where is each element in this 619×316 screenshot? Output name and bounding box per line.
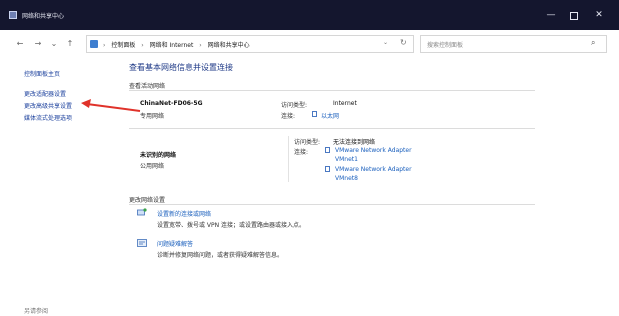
sidebar: 控制面板主页 更改适配器设置 更改高级共享设置 媒体流式处理选项 另请参阅: [0, 58, 113, 316]
address-bar[interactable]: › 控制面板 › 网络和 Internet › 网络和共享中心 ⌄ ↻: [86, 35, 414, 53]
address-dropdown-button[interactable]: ⌄: [383, 39, 388, 46]
control-panel-icon: [90, 40, 98, 48]
divider: [129, 204, 535, 205]
title-bar: 网络和共享中心 — ✕: [0, 0, 619, 30]
close-button[interactable]: ✕: [589, 6, 609, 24]
access-type-value: Internet: [333, 100, 357, 107]
troubleshoot-icon: [137, 239, 147, 247]
troubleshoot-desc: 诊断并修复网络问题，或者获得疑难解答信息。: [157, 252, 284, 259]
minimize-button[interactable]: —: [541, 6, 561, 24]
breadcrumb-control-panel[interactable]: 控制面板: [111, 42, 135, 49]
sidebar-item-change-advanced-sharing[interactable]: 更改高级共享设置: [24, 101, 72, 110]
refresh-button[interactable]: ↻: [400, 38, 407, 47]
connection-link-vmnet8-name[interactable]: VMnet8: [335, 175, 358, 182]
network-adapter-icon: [325, 147, 330, 153]
network-center-icon: [9, 11, 17, 19]
access-type-label: 访问类型:: [281, 102, 308, 109]
breadcrumb-separator: ›: [103, 42, 106, 49]
sidebar-item-control-panel-home[interactable]: 控制面板主页: [24, 69, 60, 78]
ethernet-icon: [312, 111, 317, 117]
main-content: 查看基本网络信息并设置连接 查看活动网络 ChinaNet-FD06-5G 专用…: [113, 58, 619, 316]
access-type-label: 访问类型:: [294, 139, 321, 146]
breadcrumb: › 控制面板 › 网络和 Internet › 网络和共享中心: [103, 40, 254, 49]
network-type: 公用网络: [140, 163, 165, 170]
maximize-button[interactable]: [564, 6, 584, 24]
setup-new-connection-desc: 设置宽带、拨号或 VPN 连接；或设置路由器或接入点。: [157, 222, 306, 229]
up-button[interactable]: ↑: [64, 38, 76, 50]
connections-label: 连接:: [294, 149, 309, 156]
setup-new-connection-link[interactable]: 设置新的连接或网络: [157, 209, 211, 218]
change-network-settings-label: 更改网络设置: [129, 197, 166, 204]
network-name: ChinaNet-FD06-5G: [140, 100, 203, 107]
sidebar-item-change-adapter-settings[interactable]: 更改适配器设置: [24, 89, 66, 98]
vertical-divider: [288, 136, 289, 182]
page-title: 查看基本网络信息并设置连接: [129, 63, 233, 72]
window-title: 网络和共享中心: [22, 13, 65, 20]
search-input[interactable]: 搜索控制面板: [427, 40, 463, 49]
window: 网络和共享中心 — ✕ ← → ⌄ ↑ › 控制面板 › 网络和 Interne…: [0, 0, 619, 316]
access-type-value: 无法连接到网络: [333, 139, 376, 146]
breadcrumb-network-internet[interactable]: 网络和 Internet: [150, 42, 194, 49]
network-adapter-icon: [325, 166, 330, 172]
connection-link-vmnet1-name[interactable]: VMnet1: [335, 156, 358, 163]
breadcrumb-separator: ›: [141, 42, 144, 49]
connection-link-vmnet1[interactable]: VMware Network Adapter: [335, 147, 412, 154]
connections-label: 连接:: [281, 113, 296, 120]
see-also-label: 另请参阅: [24, 308, 49, 315]
forward-button[interactable]: →: [32, 38, 44, 50]
active-networks-label: 查看活动网络: [129, 83, 166, 90]
navigation-bar: ← → ⌄ ↑ › 控制面板 › 网络和 Internet › 网络和共享中心 …: [0, 30, 619, 58]
connection-link-ethernet[interactable]: 以太网: [321, 111, 339, 120]
network-type: 专用网络: [140, 113, 165, 120]
maximize-icon: [570, 12, 578, 20]
divider: [129, 90, 535, 91]
search-icon[interactable]: ⌕: [591, 38, 595, 48]
network-name: 未识别的网络: [140, 152, 177, 159]
breadcrumb-separator: ›: [199, 42, 202, 49]
breadcrumb-network-sharing-center[interactable]: 网络和共享中心: [208, 42, 250, 49]
connection-link-vmnet8[interactable]: VMware Network Adapter: [335, 166, 412, 173]
troubleshoot-link[interactable]: 问题疑难解答: [157, 239, 193, 248]
sidebar-item-media-streaming[interactable]: 媒体流式处理选项: [24, 113, 72, 122]
search-box[interactable]: 搜索控制面板 ⌕: [420, 35, 607, 53]
network-setup-icon: [137, 208, 147, 216]
back-button[interactable]: ←: [14, 38, 26, 50]
divider: [129, 128, 535, 129]
recent-locations-button[interactable]: ⌄: [48, 38, 60, 50]
